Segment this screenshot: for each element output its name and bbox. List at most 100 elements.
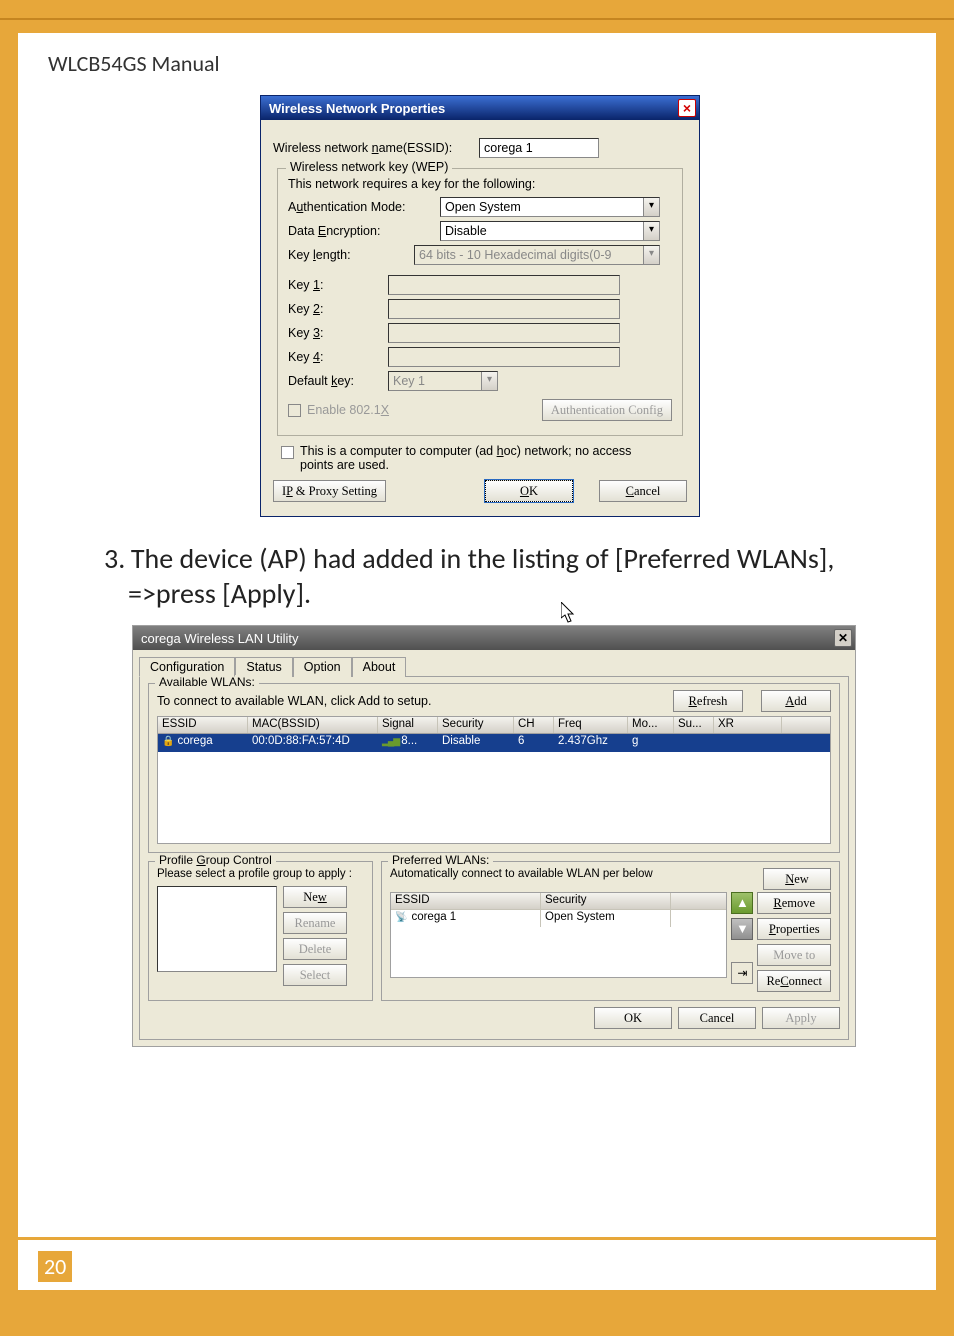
- doc-title: WLCB54GS Manual: [48, 50, 910, 77]
- cell-xr: [714, 734, 782, 752]
- enable-8021x-checkbox: Enable 802.1X: [288, 403, 389, 417]
- cancel-button[interactable]: Cancel: [599, 480, 687, 502]
- adhoc-label: This is a computer to computer (ad hoc) …: [300, 444, 660, 472]
- utility-title: corega Wireless LAN Utility: [141, 631, 299, 646]
- available-title: Available WLANs:: [155, 675, 259, 689]
- ok-button[interactable]: OK: [485, 480, 573, 502]
- key1-label: Key 1:: [288, 278, 388, 292]
- profile-new-button[interactable]: New: [283, 886, 347, 908]
- utility-titlebar: corega Wireless LAN Utility ✕: [133, 626, 855, 650]
- defaultkey-label: Default key:: [288, 374, 388, 388]
- profile-rename-button: Rename: [283, 912, 347, 934]
- available-wlans-group: Available WLANs: To connect to available…: [148, 683, 840, 853]
- key3-input: [388, 323, 620, 343]
- col-security[interactable]: Security: [438, 717, 514, 733]
- cell-signal: 8...: [378, 734, 438, 752]
- reconnect-icon[interactable]: ⇥: [731, 962, 753, 984]
- preferred-list[interactable]: ESSID Security corega 1 Open System: [390, 892, 727, 978]
- pref-properties-button[interactable]: Properties: [757, 918, 831, 940]
- cell-security: Disable: [438, 734, 514, 752]
- profile-group-title: Profile Group Control: [155, 853, 276, 867]
- tab-option[interactable]: Option: [293, 657, 352, 677]
- defaultkey-combo: Key 1 ▾: [388, 371, 498, 391]
- add-button[interactable]: Add: [761, 690, 831, 712]
- utility-apply-button: Apply: [762, 1007, 840, 1029]
- pref-security: Open System: [541, 910, 671, 927]
- key2-input: [388, 299, 620, 319]
- enc-value: Disable: [445, 224, 487, 238]
- chevron-down-icon[interactable]: ▾: [643, 222, 659, 240]
- keylength-combo: 64 bits - 10 Hexadecimal digits(0-9 ▾: [414, 245, 660, 265]
- wep-groupbox: Wireless network key (WEP) This network …: [277, 168, 683, 436]
- preferred-group: Preferred WLANs: Automatically connect t…: [381, 861, 840, 1001]
- pref-reconnect-button[interactable]: ReConnect: [757, 970, 831, 992]
- move-down-icon[interactable]: ▼: [731, 918, 753, 940]
- chevron-down-icon: ▾: [481, 372, 497, 390]
- preferred-title: Preferred WLANs:: [388, 853, 493, 867]
- move-up-icon[interactable]: ▲: [731, 892, 753, 914]
- tab-about[interactable]: About: [352, 657, 407, 677]
- enc-label: Data Encryption:: [288, 224, 440, 238]
- col-mode[interactable]: Mo...: [628, 717, 674, 733]
- auth-combo[interactable]: Open System ▾: [440, 197, 660, 217]
- preferred-desc: Automatically connect to available WLAN …: [390, 868, 653, 890]
- col-essid[interactable]: ESSID: [158, 717, 248, 733]
- col-pref-essid[interactable]: ESSID: [391, 893, 541, 909]
- page-number: 20: [38, 1251, 72, 1282]
- cell-ch: 6: [514, 734, 554, 752]
- wlan-utility-dialog: corega Wireless LAN Utility ✕ Configurat…: [132, 625, 856, 1047]
- key3-label: Key 3:: [288, 326, 388, 340]
- wep-desc: This network requires a key for the foll…: [288, 177, 672, 191]
- col-freq[interactable]: Freq: [554, 717, 628, 733]
- wep-group-title: Wireless network key (WEP): [286, 160, 452, 174]
- key1-input: [388, 275, 620, 295]
- cell-freq: 2.437Ghz: [554, 734, 628, 752]
- available-desc: To connect to available WLAN, click Add …: [157, 694, 431, 708]
- col-signal[interactable]: Signal: [378, 717, 438, 733]
- auth-value: Open System: [445, 200, 521, 214]
- key4-input: [388, 347, 620, 367]
- auth-config-button: Authentication Config: [542, 399, 672, 421]
- pref-essid: corega 1: [391, 910, 541, 927]
- essid-input[interactable]: [479, 138, 599, 158]
- profile-list[interactable]: [157, 886, 277, 972]
- chevron-down-icon[interactable]: ▾: [643, 198, 659, 216]
- list-item[interactable]: corega 1 Open System: [391, 910, 726, 927]
- auth-label: Authentication Mode:: [288, 200, 440, 214]
- tab-strip: Configuration Status Option About: [139, 656, 849, 676]
- profile-desc: Please select a profile group to apply :: [157, 868, 364, 880]
- chevron-down-icon: ▾: [643, 246, 659, 264]
- tab-configuration[interactable]: Configuration: [139, 657, 235, 677]
- cell-mac: 00:0D:88:FA:57:4D: [248, 734, 378, 752]
- encryption-combo[interactable]: Disable ▾: [440, 221, 660, 241]
- table-row[interactable]: corega 00:0D:88:FA:57:4D 8... Disable 6 …: [158, 734, 830, 752]
- col-pref-security[interactable]: Security: [541, 893, 671, 909]
- utility-ok-button[interactable]: OK: [594, 1007, 672, 1029]
- cell-mode: g: [628, 734, 674, 752]
- pref-moveto-button: Move to: [757, 944, 831, 966]
- available-list[interactable]: corega 00:0D:88:FA:57:4D 8... Disable 6 …: [157, 734, 831, 844]
- refresh-button[interactable]: Refresh: [673, 690, 743, 712]
- col-ch[interactable]: CH: [514, 717, 554, 733]
- profile-delete-button: Delete: [283, 938, 347, 960]
- close-icon[interactable]: ✕: [834, 629, 852, 647]
- col-mac[interactable]: MAC(BSSID): [248, 717, 378, 733]
- close-icon[interactable]: ×: [678, 99, 696, 117]
- step-text: 3. The device (AP) had added in the list…: [128, 541, 902, 611]
- col-su[interactable]: Su...: [674, 717, 714, 733]
- pref-remove-button[interactable]: Remove: [757, 892, 831, 914]
- ip-proxy-button[interactable]: IP & Proxy Setting: [273, 480, 386, 502]
- profile-select-button: Select: [283, 964, 347, 986]
- dialog-title: Wireless Network Properties: [269, 101, 445, 116]
- wireless-properties-dialog: Wireless Network Properties × Wireless n…: [260, 95, 700, 517]
- profile-group: Profile Group Control Please select a pr…: [148, 861, 373, 1001]
- available-header[interactable]: ESSID MAC(BSSID) Signal Security CH Freq…: [157, 716, 831, 734]
- bottom-button-row: OK Cancel Apply: [148, 1007, 840, 1029]
- adhoc-checkbox[interactable]: [281, 446, 294, 459]
- pref-new-button[interactable]: New: [763, 868, 831, 890]
- tab-status[interactable]: Status: [235, 657, 292, 677]
- col-xr[interactable]: XR: [714, 717, 782, 733]
- keylen-value: 64 bits - 10 Hexadecimal digits(0-9: [419, 248, 611, 262]
- cell-essid: corega: [158, 734, 248, 752]
- utility-cancel-button[interactable]: Cancel: [678, 1007, 756, 1029]
